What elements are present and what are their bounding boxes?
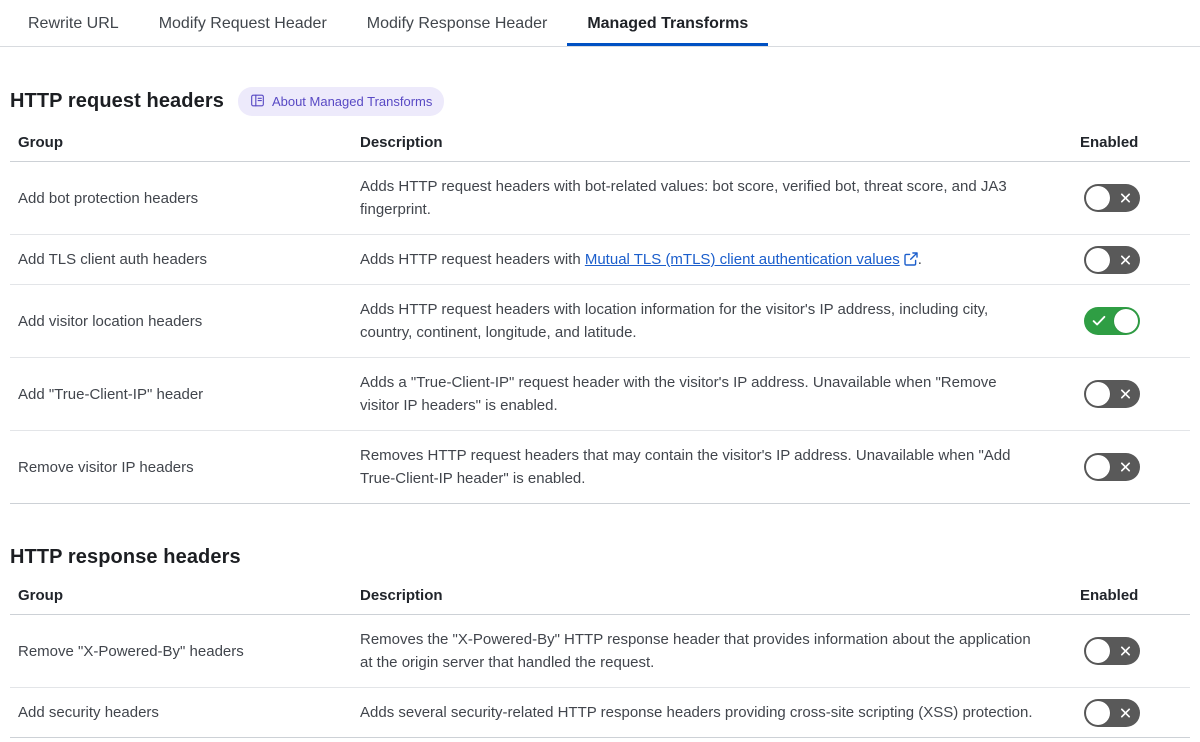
enabled-cell (1080, 184, 1190, 212)
request-headers-section: HTTP request headers About Managed Trans… (10, 87, 1190, 504)
toggle-knob (1086, 382, 1110, 406)
tab-modify-request-header[interactable]: Modify Request Header (139, 0, 347, 46)
enabled-cell (1080, 637, 1190, 665)
column-header-description: Description (360, 587, 443, 604)
x-icon (1119, 461, 1132, 474)
enabled-toggle-off[interactable] (1084, 698, 1140, 727)
description-cell: Removes HTTP request headers that may co… (360, 447, 1011, 487)
x-icon (1119, 388, 1132, 401)
enabled-cell (1080, 245, 1190, 274)
table-row: Remove "X-Powered-By" headers Removes the… (10, 615, 1190, 688)
description-cell: Removes the "X-Powered-By" HTTP response… (360, 631, 1031, 671)
column-header-enabled: Enabled (1080, 134, 1139, 151)
tab-modify-response-header[interactable]: Modify Response Header (347, 0, 568, 46)
table-row: Add visitor location headers Adds HTTP re… (10, 285, 1190, 358)
column-header-description: Description (360, 134, 443, 151)
x-icon (1119, 253, 1132, 266)
transform-rules-tab-bar: Rewrite URL Modify Request Header Modify… (0, 0, 1200, 47)
table-row: Remove visitor IP headers Removes HTTP re… (10, 431, 1190, 504)
toggle-knob (1114, 309, 1138, 333)
enabled-toggle-on[interactable] (1084, 307, 1140, 335)
request-headers-title: HTTP request headers (10, 90, 224, 112)
enabled-toggle-off[interactable] (1084, 637, 1140, 665)
tab-managed-transforms[interactable]: Managed Transforms (567, 0, 768, 46)
group-cell: Add TLS client auth headers (18, 251, 208, 268)
group-cell: Remove "X-Powered-By" headers (18, 642, 244, 660)
enabled-cell (1080, 307, 1190, 335)
description-cell: Adds a "True-Client-IP" request header w… (360, 374, 997, 414)
table-row: Add TLS client auth headers Adds HTTP req… (10, 235, 1190, 285)
tab-rewrite-url[interactable]: Rewrite URL (8, 0, 139, 46)
description-cell: Adds HTTP request headers with Mutual TL… (360, 251, 922, 268)
column-header-group: Group (18, 134, 63, 151)
toggle-knob (1086, 700, 1110, 725)
enabled-cell (1080, 453, 1190, 481)
description-link[interactable]: Mutual TLS (mTLS) client authentication … (585, 251, 918, 268)
enabled-cell (1080, 698, 1190, 727)
description-cell: Adds several security-related HTTP respo… (360, 704, 1033, 721)
response-headers-section: HTTP response headers Group Description … (10, 546, 1190, 738)
book-icon (250, 93, 265, 110)
description-cell: Adds HTTP request headers with location … (360, 301, 989, 341)
enabled-toggle-off[interactable] (1084, 184, 1140, 212)
x-icon (1119, 706, 1132, 719)
table-row: Add security headers Adds several securit… (10, 688, 1190, 738)
group-cell: Add "True-Client-IP" header (18, 385, 204, 403)
column-header-enabled: Enabled (1080, 587, 1139, 604)
description-cell: Adds HTTP request headers with bot-relat… (360, 178, 1007, 218)
enabled-toggle-off[interactable] (1084, 380, 1140, 408)
table-header-row: Group Description Enabled (10, 129, 1190, 162)
x-icon (1119, 192, 1132, 205)
group-cell: Add bot protection headers (18, 189, 199, 207)
response-headers-title: HTTP response headers (10, 546, 241, 568)
request-headers-table: Group Description Enabled Add bot protec… (10, 129, 1190, 504)
response-headers-table: Group Description Enabled Remove "X-Powe… (10, 582, 1190, 738)
table-row: Add bot protection headers Adds HTTP requ… (10, 162, 1190, 235)
group-cell: Add visitor location headers (18, 312, 203, 330)
toggle-knob (1086, 247, 1110, 272)
about-managed-transforms-label: About Managed Transforms (271, 94, 433, 109)
external-link-icon (904, 252, 918, 266)
check-icon (1092, 315, 1106, 327)
about-managed-transforms-badge[interactable]: About Managed Transforms (237, 87, 445, 116)
group-cell: Add security headers (18, 704, 159, 721)
table-header-row: Group Description Enabled (10, 582, 1190, 615)
enabled-toggle-off[interactable] (1084, 245, 1140, 274)
toggle-knob (1086, 639, 1110, 663)
group-cell: Remove visitor IP headers (18, 458, 194, 476)
column-header-group: Group (18, 587, 63, 604)
toggle-knob (1086, 455, 1110, 479)
table-row: Add "True-Client-IP" header Adds a "True-… (10, 358, 1190, 431)
enabled-toggle-off[interactable] (1084, 453, 1140, 481)
enabled-cell (1080, 380, 1190, 408)
x-icon (1119, 645, 1132, 658)
toggle-knob (1086, 186, 1110, 210)
